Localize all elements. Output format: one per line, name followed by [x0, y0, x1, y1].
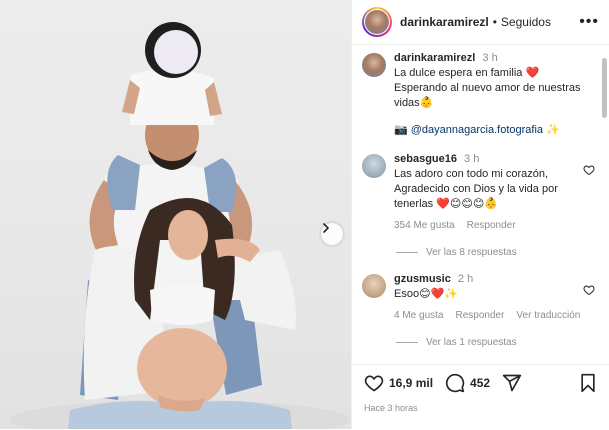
- caption-username[interactable]: darinkaramirezl: [394, 52, 475, 64]
- heart-icon[interactable]: [583, 164, 595, 176]
- comment-time: 3 h: [464, 153, 480, 165]
- comment: showsusan 2 h: [362, 362, 595, 363]
- view-replies-button[interactable]: Ver las 8 respuestas: [396, 247, 595, 258]
- header-username[interactable]: darinkaramirezl: [400, 15, 489, 29]
- reply-button[interactable]: Responder: [455, 308, 504, 323]
- follow-status[interactable]: Seguidos: [501, 15, 551, 29]
- comment-text: Las adoro con todo mi corazón, Agradecid…: [394, 168, 558, 210]
- avatar[interactable]: [362, 53, 386, 77]
- comment-likes[interactable]: 354 Me gusta: [394, 218, 455, 233]
- share-button[interactable]: [502, 373, 522, 393]
- view-replies-label: Ver las 8 respuestas: [426, 247, 517, 258]
- save-button[interactable]: [579, 373, 597, 393]
- post-header: darinkaramirezl • Seguidos •••: [352, 0, 609, 45]
- heart-icon: [364, 375, 384, 392]
- like-button[interactable]: [364, 373, 384, 393]
- comment: gzusmusic 2 h Esoo😊❤️✨ 4 Me gusta Respon…: [362, 272, 595, 323]
- post-photo[interactable]: [0, 0, 351, 429]
- next-photo-button[interactable]: [321, 223, 343, 245]
- view-replies-label: Ver las 1 respuestas: [426, 337, 517, 348]
- bookmark-icon: [581, 373, 595, 393]
- caption-time: 3 h: [482, 52, 498, 64]
- post-panel: darinkaramirezl • Seguidos ••• darinkara…: [351, 0, 609, 429]
- comment-icon: [445, 373, 465, 393]
- replies-divider: [396, 252, 418, 253]
- share-icon: [502, 374, 522, 392]
- comment: sebasgue16 3 h Las adoro con todo mi cor…: [362, 152, 595, 233]
- blurred-face: [154, 30, 198, 74]
- likes-count[interactable]: 16,9 mil: [389, 376, 433, 390]
- separator-dot: •: [492, 15, 497, 29]
- comment-username[interactable]: sebasgue16: [394, 153, 457, 165]
- more-icon[interactable]: •••: [579, 13, 599, 31]
- post-timestamp: Hace 3 horas: [364, 403, 418, 413]
- family-photo-illustration: [10, 22, 350, 429]
- avatar[interactable]: [362, 154, 386, 178]
- caption: darinkaramirezl 3 h La dulce espera en f…: [362, 51, 595, 138]
- scrollbar[interactable]: [602, 58, 607, 118]
- comment-likes[interactable]: 4 Me gusta: [394, 308, 443, 323]
- heart-icon[interactable]: [583, 284, 595, 296]
- caption-text: La dulce espera en familia ❤️ Esperando …: [394, 67, 581, 109]
- replies-divider: [396, 342, 418, 343]
- comment-button[interactable]: [445, 373, 465, 393]
- translate-button[interactable]: Ver traducción: [516, 308, 580, 323]
- avatar: [365, 10, 389, 34]
- comment-text: Esoo😊❤️✨: [394, 288, 458, 300]
- avatar[interactable]: [362, 274, 386, 298]
- comment-username[interactable]: gzusmusic: [394, 273, 451, 285]
- reply-button[interactable]: Responder: [467, 218, 516, 233]
- comments-count[interactable]: 452: [470, 376, 490, 390]
- photographer-credit[interactable]: 📷 @dayannagarcia.fotografia ✨: [394, 123, 595, 138]
- view-replies-button[interactable]: Ver las 1 respuestas: [396, 337, 595, 348]
- comment-time: 2 h: [457, 273, 474, 285]
- chevron-right-icon: [323, 223, 330, 233]
- story-ring[interactable]: [362, 7, 392, 37]
- comments-list[interactable]: darinkaramirezl 3 h La dulce espera en f…: [352, 45, 609, 363]
- action-bar: 16,9 mil 452 Hace 3 horas: [352, 364, 609, 430]
- instagram-post: darinkaramirezl • Seguidos ••• darinkara…: [0, 0, 609, 429]
